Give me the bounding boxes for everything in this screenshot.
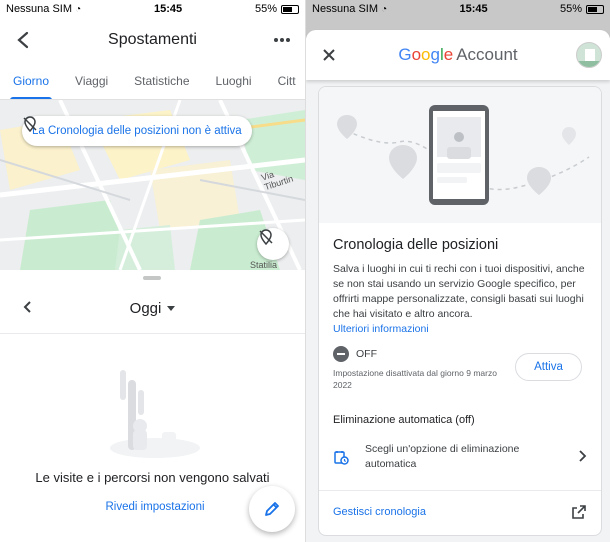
status-note: Impostazione disattivata dal giorno 9 ma…	[333, 368, 497, 390]
street-label: Statilia	[250, 260, 278, 270]
status-indicator: OFF	[333, 346, 377, 362]
clock: 15:45	[459, 3, 488, 15]
carrier-label: Nessuna SIM ◔	[6, 3, 82, 15]
status-bar: Nessuna SIM ◔ 15:45 55%	[306, 0, 610, 18]
divider	[319, 490, 601, 491]
tab-statistiche[interactable]: Statistiche	[121, 62, 202, 99]
wifi-icon: ◔	[75, 4, 82, 15]
more-horizontal-icon	[274, 38, 290, 42]
caret-down-icon	[167, 305, 176, 311]
tab-giorno[interactable]: Giorno	[0, 62, 62, 99]
activate-button[interactable]: Attiva	[515, 353, 582, 381]
battery-icon	[586, 4, 604, 14]
auto-delete-option-text: Scegli un'opzione di eliminazione automa…	[365, 443, 520, 470]
date-label: Oggi	[129, 299, 162, 317]
google-account-logo: Google Account	[398, 45, 518, 64]
battery-percent: 55%	[559, 3, 582, 15]
chevron-left-icon	[23, 301, 31, 313]
carrier-label: Nessuna SIM ◔	[312, 3, 388, 15]
timeline-tabs: Giorno Viaggi Statistiche Luoghi Citt	[0, 62, 305, 100]
location-off-icon	[259, 229, 273, 246]
learn-more-link[interactable]: Ulteriori informazioni	[333, 323, 429, 335]
app-header: Spostamenti	[0, 18, 305, 62]
auto-delete-title: Eliminazione automatica (off)	[333, 414, 475, 426]
more-options-button[interactable]	[269, 27, 295, 53]
card-title: Cronologia delle posizioni	[333, 237, 499, 253]
empty-state-message: Le visite e i percorsi non vengono salva…	[35, 470, 270, 485]
status-bar: Nessuna SIM ◔ 15:45 55%	[0, 0, 305, 18]
chevron-right-icon	[577, 449, 587, 468]
previous-day-button[interactable]	[14, 294, 40, 320]
auto-delete-icon	[333, 449, 349, 470]
date-selector-row: Oggi	[0, 290, 305, 326]
tab-luoghi[interactable]: Luoghi	[203, 62, 265, 99]
account-header: Google Account	[306, 30, 610, 80]
card-illustration	[319, 87, 601, 223]
date-dropdown[interactable]: Oggi	[130, 300, 176, 317]
manage-history-link[interactable]: Gestisci cronologia	[333, 506, 426, 518]
back-button[interactable]	[10, 27, 36, 53]
location-history-off-text: La Cronologia delle posizioni non è atti…	[32, 125, 242, 137]
drag-handle[interactable]	[143, 276, 161, 280]
location-off-icon	[23, 116, 37, 132]
auto-delete-option-row[interactable]: Scegli un'opzione di eliminazione automa…	[319, 439, 601, 477]
arrow-back-icon	[17, 31, 29, 49]
location-off-button[interactable]	[257, 228, 289, 260]
phone-map-illustration	[337, 105, 590, 205]
wifi-icon: ◔	[381, 4, 388, 15]
empty-state-illustration	[110, 370, 200, 458]
tab-viaggi[interactable]: Viaggi	[62, 62, 121, 99]
battery-percent: 55%	[254, 3, 277, 15]
location-history-off-chip[interactable]: La Cronologia delle posizioni non è atti…	[22, 116, 252, 146]
off-icon	[333, 346, 349, 362]
location-history-card: Cronologia delle posizioni Salva i luogh…	[318, 86, 602, 536]
bottom-sheet: Oggi Le visite e i percorsi non vengono …	[0, 270, 305, 542]
edit-button[interactable]	[249, 486, 295, 532]
card-description: Salva i luoghi in cui ti rechi con i tuo…	[333, 263, 585, 320]
avatar[interactable]	[576, 42, 602, 68]
divider	[0, 333, 305, 334]
tab-citta[interactable]: Citt	[265, 62, 305, 99]
google-account-screen: Nessuna SIM ◔ 15:45 55% Google Account C…	[305, 0, 610, 542]
status-label: OFF	[356, 348, 377, 360]
clock: 15:45	[153, 3, 183, 15]
maps-timeline-screen: Nessuna SIM ◔ 15:45 55% Spostamenti Gior…	[0, 0, 305, 542]
open-in-new-icon[interactable]	[571, 504, 587, 525]
battery-icon	[281, 4, 299, 14]
map-view[interactable]: La Cronologia delle posizioni non è atti…	[0, 100, 305, 270]
pencil-icon	[265, 502, 279, 516]
page-title: Spostamenti	[108, 31, 197, 48]
